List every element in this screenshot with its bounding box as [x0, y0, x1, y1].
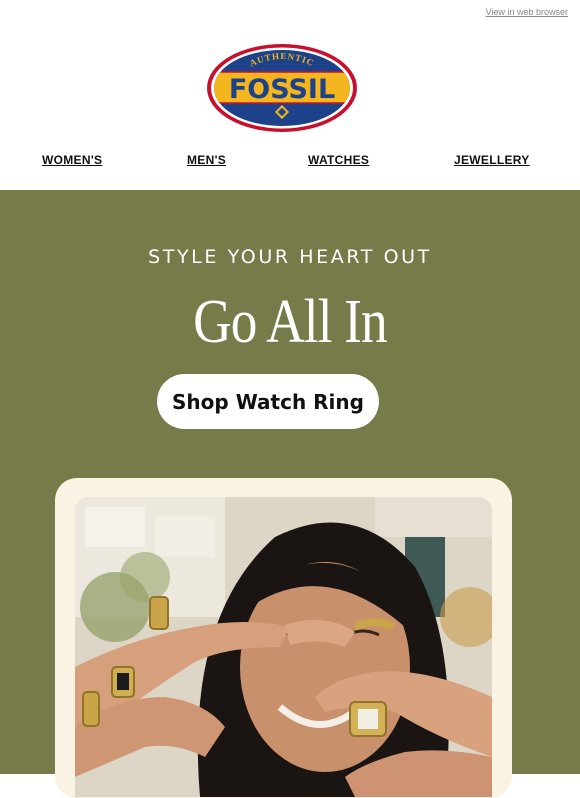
- fossil-logo[interactable]: AUTHENTIC FOSSIL: [205, 42, 359, 134]
- hero-eyebrow: STYLE YOUR HEART OUT: [148, 246, 432, 268]
- hero-banner: STYLE YOUR HEART OUT Go All In Shop Watc…: [0, 190, 580, 798]
- main-nav: WOMEN'S MEN'S WATCHES JEWELLERY: [0, 153, 580, 173]
- fossil-logo-graphic: AUTHENTIC FOSSIL: [207, 44, 357, 132]
- hero-photo[interactable]: [75, 497, 492, 797]
- nav-item-watches[interactable]: WATCHES: [308, 153, 369, 167]
- nav-item-womens[interactable]: WOMEN'S: [42, 153, 102, 167]
- view-in-browser-link[interactable]: View in web browser: [486, 7, 568, 17]
- hero-headline: Go All In: [193, 288, 388, 356]
- nav-item-mens[interactable]: MEN'S: [187, 153, 226, 167]
- logo-brand-text: FOSSIL: [229, 74, 335, 105]
- nav-item-jewellery[interactable]: JEWELLERY: [454, 153, 530, 167]
- top-bar: View in web browser: [0, 0, 580, 24]
- model-photo-illustration: [75, 497, 492, 797]
- product-image-card: [55, 478, 512, 798]
- shop-watch-ring-button[interactable]: Shop Watch Ring: [157, 374, 379, 429]
